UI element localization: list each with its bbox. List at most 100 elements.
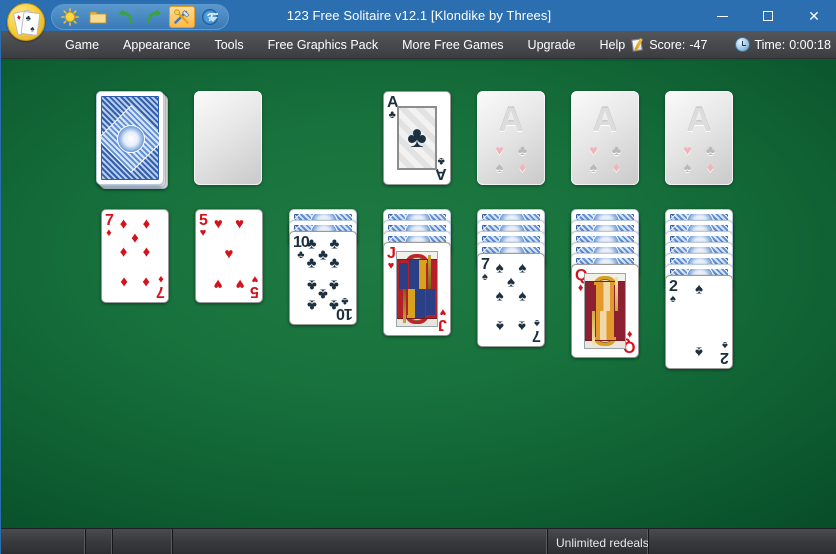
pip: ♦	[142, 273, 151, 291]
status-panel-6	[649, 529, 836, 554]
slot-suit-pips: ♥ ♣ ♠ ♦	[677, 143, 721, 175]
status-panel-3	[113, 529, 173, 554]
card-index-bottom-right: J ♥	[439, 306, 447, 333]
jack-court-art	[396, 251, 438, 327]
court-half-top	[585, 274, 625, 311]
pip: ♠	[695, 343, 703, 361]
menu-upgrade[interactable]: Upgrade	[516, 33, 588, 57]
new-game-icon[interactable]	[57, 6, 83, 28]
card-suit-icon: ♥	[251, 273, 259, 285]
foundation-clubs[interactable]: A ♣ A ♣ ♣	[383, 91, 451, 185]
pip: ♣	[318, 246, 328, 264]
time-label: Time:	[754, 37, 786, 52]
jack-left-arm-mirror	[426, 289, 435, 315]
pip: ♠	[695, 280, 703, 298]
sun-glyph	[61, 8, 79, 26]
jack-staff-mirror	[403, 289, 406, 323]
maximize-button[interactable]	[745, 1, 791, 31]
card-pip-layout: ♣ ♣ ♣ ♣ ♣ ♣ ♣ ♣ ♣ ♣	[304, 237, 342, 317]
slot-placeholder-rank: A	[498, 101, 524, 139]
menu-tools[interactable]: Tools	[202, 33, 255, 57]
tableau-card-2-spades[interactable]: 2 ♠ 2 ♠ ♠ ♠	[665, 275, 733, 369]
tableau-card-7-spades[interactable]: 7 ♠ 7 ♠ ♠ ♠ ♠ ♠ ♠ ♠ ♠	[477, 253, 545, 347]
club-icon: ♣	[611, 142, 622, 158]
slot-suit-pips: ♥ ♣ ♠ ♦	[489, 143, 533, 175]
pip: ♠	[507, 273, 515, 291]
pip: ♥	[213, 275, 223, 293]
pip: ♦	[142, 215, 151, 233]
pip: ♠	[518, 317, 527, 335]
foundation-slot-3[interactable]: A ♥ ♣ ♠ ♦	[571, 91, 639, 185]
menu-appearance[interactable]: Appearance	[111, 33, 202, 57]
court-half-bottom	[397, 289, 437, 326]
score-label: Score:	[649, 37, 686, 52]
court-half-bottom	[585, 311, 625, 348]
tableau-card-7-diamonds[interactable]: 7 ♦ 7 ♦ ♦ ♦ ♦ ♦ ♦ ♦ ♦	[101, 209, 169, 303]
diamond-icon: ♦	[518, 159, 527, 175]
pip: ♦	[119, 273, 128, 291]
spade-icon: ♠	[683, 159, 692, 175]
queen-flower-stem-mirror	[592, 311, 595, 345]
pip: ♦	[131, 229, 139, 247]
diamond-icon: ♦	[706, 159, 715, 175]
status-bar: Unlimited redeals	[1, 528, 836, 554]
menu-game[interactable]: Game	[53, 33, 111, 57]
card-rank: J	[439, 316, 447, 333]
game-table: A ♣ A ♣ ♣ A ♥ ♣ ♠ ♦ A ♥ ♣ ♠ ♦ A ♥ ♣ ♠ ♦ …	[1, 59, 836, 528]
toolbar-overflow-chevron-down-icon[interactable]	[206, 7, 220, 27]
card-rank: 5	[251, 283, 259, 300]
tableau-card-5-hearts[interactable]: 5 ♥ 5 ♥ ♥ ♥ ♥ ♥ ♥	[195, 209, 263, 303]
time-value: 0:00:18	[789, 37, 831, 52]
redo-icon[interactable]	[141, 6, 167, 28]
jack-left-arm	[399, 263, 408, 289]
waste-pile[interactable]	[194, 91, 262, 185]
foundation-slot-4[interactable]: A ♥ ♣ ♠ ♦	[665, 91, 733, 185]
table-top-edge	[1, 59, 836, 61]
menu-free-graphics-pack[interactable]: Free Graphics Pack	[256, 33, 390, 57]
pip: ♠	[495, 259, 504, 277]
pip: ♦	[119, 243, 128, 261]
card-pip-layout: ♠ ♠ ♠ ♠ ♠ ♠ ♠	[492, 261, 530, 339]
score-display: Score: -47	[631, 38, 707, 52]
tableau-card-queen-diamonds[interactable]: Q ♦ Q ♦	[571, 264, 639, 358]
close-button[interactable]: ✕	[791, 1, 836, 31]
hint-icon[interactable]	[169, 6, 195, 28]
tableau-card-10-clubs[interactable]: 10 ♣ 10 ♣ ♣ ♣ ♣ ♣ ♣ ♣ ♣ ♣ ♣ ♣	[289, 231, 357, 325]
tableau-card-jack-hearts[interactable]: J ♥ J ♥	[383, 242, 451, 336]
status-panel-1	[1, 529, 86, 554]
slot-placeholder-rank: A	[686, 101, 712, 139]
heart-icon: ♥	[495, 142, 504, 158]
card-index-bottom-right: 7 ♦	[157, 273, 165, 300]
pip: ♣	[306, 276, 317, 294]
card-index-top-left: A ♣	[387, 95, 399, 121]
stock-card-back-1[interactable]	[96, 91, 164, 185]
slot-placeholder-rank: A	[592, 101, 618, 139]
card-index-top-left: 5 ♥	[199, 213, 208, 239]
time-display: Time: 0:00:18	[735, 37, 831, 52]
folder-glyph	[89, 11, 107, 24]
queen-left-arm	[587, 285, 596, 311]
card-index-top-left: 7 ♠	[481, 257, 490, 283]
card-suit-icon: ♠	[670, 293, 676, 305]
minimize-button[interactable]	[699, 1, 745, 31]
heart-icon: ♥	[589, 142, 598, 158]
ace-center-frame: ♣	[397, 106, 437, 170]
menu-help[interactable]: Help	[588, 33, 630, 57]
court-half-top	[397, 252, 437, 289]
spade-icon: ♠	[589, 159, 598, 175]
foundation-slot-2[interactable]: A ♥ ♣ ♠ ♦	[477, 91, 545, 185]
pip: ♥	[235, 275, 245, 293]
tools-glyph	[174, 9, 190, 24]
card-suit-icon: ♣	[388, 109, 396, 121]
status-panel-2	[86, 529, 113, 554]
card-index-top-left: 2 ♠	[669, 279, 678, 305]
undo-icon[interactable]	[113, 6, 139, 28]
card-rank: A	[436, 165, 447, 182]
card-rank: 2	[721, 349, 729, 366]
pip: ♥	[224, 245, 234, 263]
pip: ♥	[235, 215, 245, 233]
menu-more-free-games[interactable]: More Free Games	[390, 33, 515, 57]
open-game-icon[interactable]	[85, 6, 111, 28]
status-panel-4	[173, 529, 548, 554]
card-index-top-left: 7 ♦	[105, 213, 114, 239]
